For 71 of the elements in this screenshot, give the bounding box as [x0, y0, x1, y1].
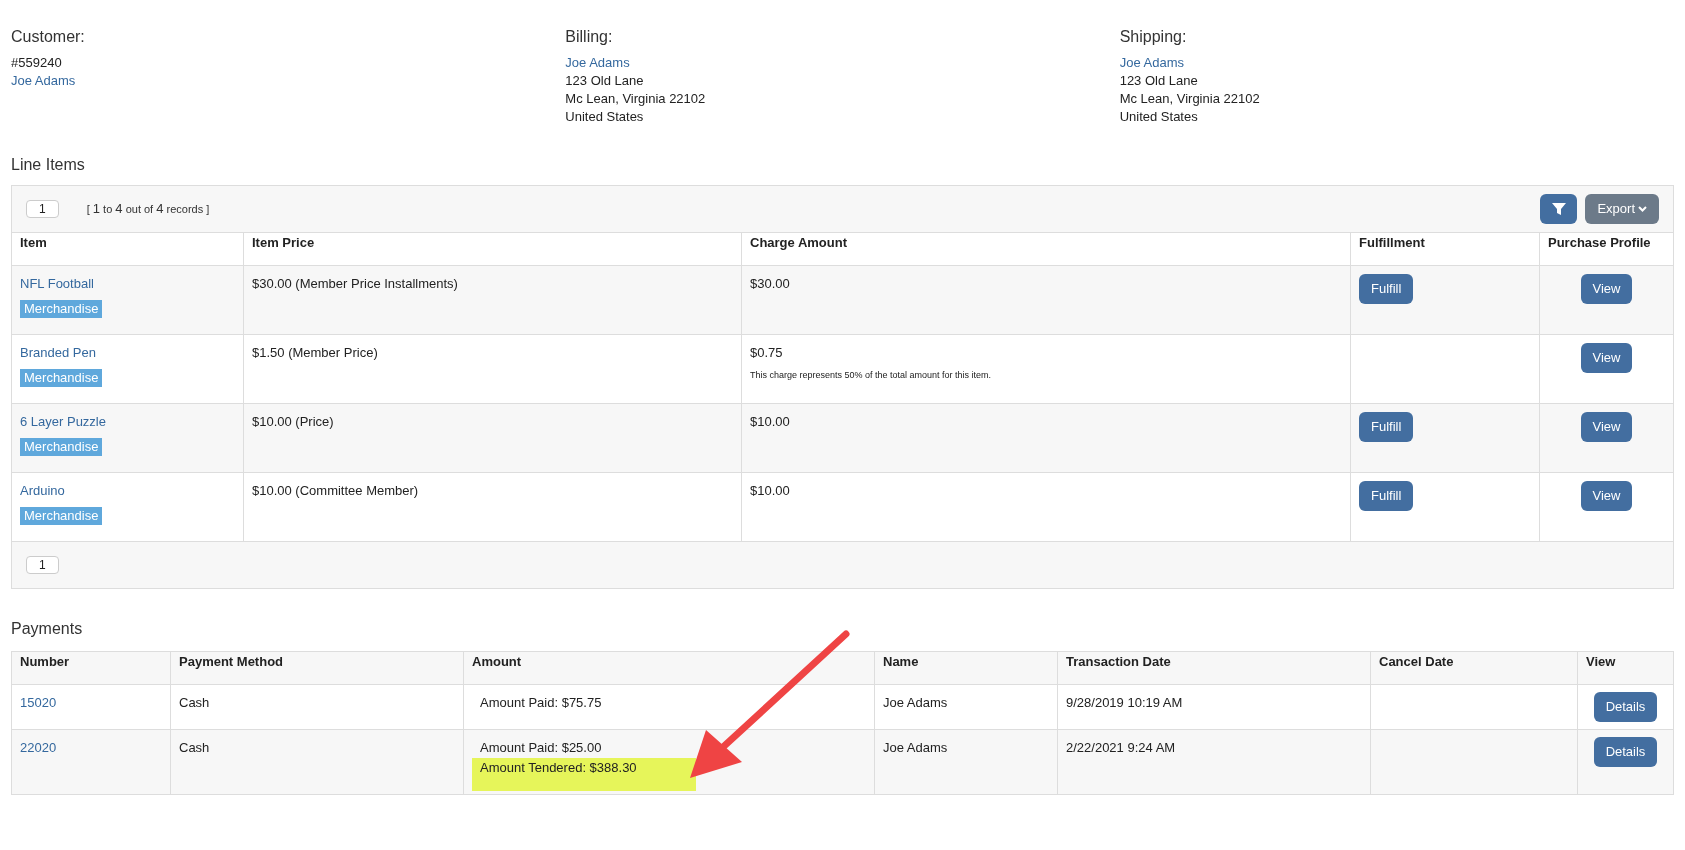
table-cell: 9/28/2019 10:19 AM — [1057, 684, 1371, 730]
column-header: Item Price — [243, 232, 742, 266]
payment-number-link[interactable]: 15020 — [20, 695, 57, 710]
view-button[interactable]: View — [1580, 274, 1633, 304]
address-line: Mc Lean, Virginia 22102 — [1119, 90, 1261, 108]
address-line: 123 Old Lane — [565, 72, 645, 90]
category-tag: Merchandise — [20, 368, 103, 387]
category-tag: Merchandise — [20, 506, 103, 525]
section-title: Payments — [11, 619, 84, 639]
filter-button[interactable] — [1540, 194, 1578, 224]
table-cell: $10.00 (Price) — [243, 403, 742, 473]
fulfill-button[interactable]: Fulfill — [1359, 412, 1414, 442]
payment-number-link[interactable]: 22020 — [20, 740, 57, 755]
chevron-down-icon — [1638, 206, 1647, 212]
table-cell: $10.00 (Committee Member) — [243, 472, 742, 542]
column-header: Payment Method — [170, 651, 464, 685]
fulfill-button[interactable]: Fulfill — [1359, 481, 1414, 511]
category-tag: Merchandise — [20, 437, 103, 456]
column-header: Name — [874, 651, 1058, 685]
records-summary: [ 1 to 4 out of 4 records ] — [86, 200, 210, 219]
column-header: Fulfillment — [1350, 232, 1540, 266]
table-cell: $30.00 (Member Price Installments) — [243, 265, 742, 335]
item-link[interactable]: 6 Layer Puzzle — [20, 412, 106, 432]
column-header: Number — [11, 651, 171, 685]
view-button[interactable]: View — [1580, 343, 1633, 373]
section-heading: Billing: — [565, 28, 614, 46]
page-number[interactable]: 1 — [26, 556, 59, 574]
customer-number: #559240 — [11, 54, 63, 72]
address-line: United States — [565, 108, 645, 126]
item-link[interactable]: Arduino — [20, 481, 65, 501]
view-button[interactable]: View — [1580, 481, 1633, 511]
column-header: Transaction Date — [1057, 651, 1371, 685]
table-cell: Cash — [170, 729, 464, 795]
details-button[interactable]: Details — [1593, 737, 1658, 767]
column-header: Cancel Date — [1370, 651, 1578, 685]
charge-amount: $30.00 — [750, 275, 791, 293]
table-cell: 2/22/2021 9:24 AM — [1057, 729, 1371, 795]
item-link[interactable]: NFL Football — [20, 274, 94, 294]
charge-amount: $10.00 — [750, 413, 791, 431]
table-cell: Joe Adams — [874, 729, 1058, 795]
shipping-name-link[interactable]: Joe Adams — [1119, 54, 1674, 72]
table-cell: Joe Adams — [874, 684, 1058, 730]
details-button[interactable]: Details — [1593, 692, 1658, 722]
charge-amount: $10.00 — [750, 482, 791, 500]
amount-text: Amount Paid: $75.75 — [479, 694, 603, 712]
column-header: Charge Amount — [741, 232, 1351, 266]
charge-amount: $0.75 — [750, 344, 784, 362]
column-header: Amount — [463, 651, 875, 685]
section-title: Line Items — [11, 155, 86, 175]
fulfill-button[interactable]: Fulfill — [1359, 274, 1414, 304]
page-number[interactable]: 1 — [26, 200, 59, 218]
customer-name-link[interactable]: Joe Adams — [11, 72, 566, 90]
filter-icon — [1551, 202, 1566, 216]
address-line: Mc Lean, Virginia 22102 — [565, 90, 707, 108]
export-button[interactable]: Export — [1585, 194, 1659, 224]
address-line: 123 Old Lane — [1119, 72, 1199, 90]
item-link[interactable]: Branded Pen — [20, 343, 96, 363]
address-line: United States — [1119, 108, 1199, 126]
column-header: View — [1577, 651, 1674, 685]
table-cell: Cash — [170, 684, 464, 730]
section-heading: Customer: — [11, 28, 86, 46]
column-header: Purchase Profile — [1539, 232, 1674, 266]
highlighted-amount: Amount Tendered: $388.30 — [472, 757, 696, 791]
table-cell: $1.50 (Member Price) — [243, 334, 742, 404]
section-heading: Shipping: — [1119, 28, 1188, 46]
billing-name-link[interactable]: Joe Adams — [565, 54, 1120, 72]
view-button[interactable]: View — [1580, 412, 1633, 442]
column-header: Item — [11, 232, 244, 266]
amount-text: Amount Paid: $25.00 — [479, 739, 603, 757]
category-tag: Merchandise — [20, 299, 103, 318]
charge-note: This charge represents 50% of the total amount for this item. — [750, 368, 993, 382]
